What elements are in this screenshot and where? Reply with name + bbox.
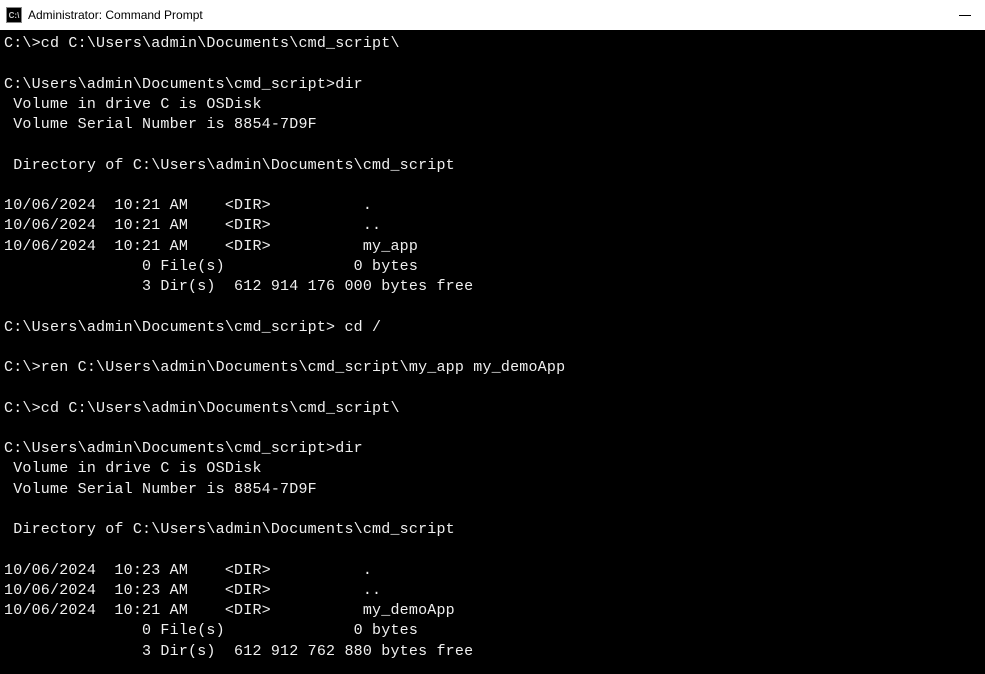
- terminal-line: Volume Serial Number is 8854-7D9F: [4, 115, 981, 135]
- terminal-line: 0 File(s) 0 bytes: [4, 621, 981, 641]
- terminal-line: C:\>ren C:\Users\admin\Documents\cmd_scr…: [4, 358, 981, 378]
- terminal-line: [4, 297, 981, 317]
- terminal-line: C:\Users\admin\Documents\cmd_script>dir: [4, 439, 981, 459]
- terminal-line: [4, 54, 981, 74]
- window-controls: [959, 15, 979, 16]
- terminal-line: 10/06/2024 10:21 AM <DIR> ..: [4, 216, 981, 236]
- titlebar: C:\ Administrator: Command Prompt: [0, 0, 985, 30]
- terminal-line: [4, 500, 981, 520]
- terminal-line: [4, 419, 981, 439]
- terminal-line: 3 Dir(s) 612 912 762 880 bytes free: [4, 642, 981, 662]
- terminal-output[interactable]: C:\>cd C:\Users\admin\Documents\cmd_scri…: [0, 30, 985, 666]
- terminal-line: [4, 540, 981, 560]
- terminal-line: Volume in drive C is OSDisk: [4, 459, 981, 479]
- terminal-line: Volume in drive C is OSDisk: [4, 95, 981, 115]
- terminal-line: C:\Users\admin\Documents\cmd_script> cd …: [4, 318, 981, 338]
- window-title: Administrator: Command Prompt: [28, 8, 203, 22]
- terminal-line: [4, 338, 981, 358]
- terminal-line: [4, 176, 981, 196]
- terminal-line: Volume Serial Number is 8854-7D9F: [4, 480, 981, 500]
- terminal-line: Directory of C:\Users\admin\Documents\cm…: [4, 156, 981, 176]
- terminal-line: Directory of C:\Users\admin\Documents\cm…: [4, 520, 981, 540]
- terminal-line: 10/06/2024 10:21 AM <DIR> my_demoApp: [4, 601, 981, 621]
- terminal-line: 10/06/2024 10:21 AM <DIR> .: [4, 196, 981, 216]
- terminal-line: [4, 378, 981, 398]
- terminal-line: 0 File(s) 0 bytes: [4, 257, 981, 277]
- terminal-line: [4, 135, 981, 155]
- minimize-button[interactable]: [959, 15, 971, 16]
- terminal-line: 10/06/2024 10:23 AM <DIR> .: [4, 561, 981, 581]
- terminal-line: C:\>cd C:\Users\admin\Documents\cmd_scri…: [4, 399, 981, 419]
- cmd-icon: C:\: [6, 7, 22, 23]
- terminal-line: 10/06/2024 10:21 AM <DIR> my_app: [4, 237, 981, 257]
- titlebar-left: C:\ Administrator: Command Prompt: [6, 7, 203, 23]
- terminal-line: C:\Users\admin\Documents\cmd_script>dir: [4, 75, 981, 95]
- terminal-line: 10/06/2024 10:23 AM <DIR> ..: [4, 581, 981, 601]
- terminal-line: C:\>cd C:\Users\admin\Documents\cmd_scri…: [4, 34, 981, 54]
- terminal-line: 3 Dir(s) 612 914 176 000 bytes free: [4, 277, 981, 297]
